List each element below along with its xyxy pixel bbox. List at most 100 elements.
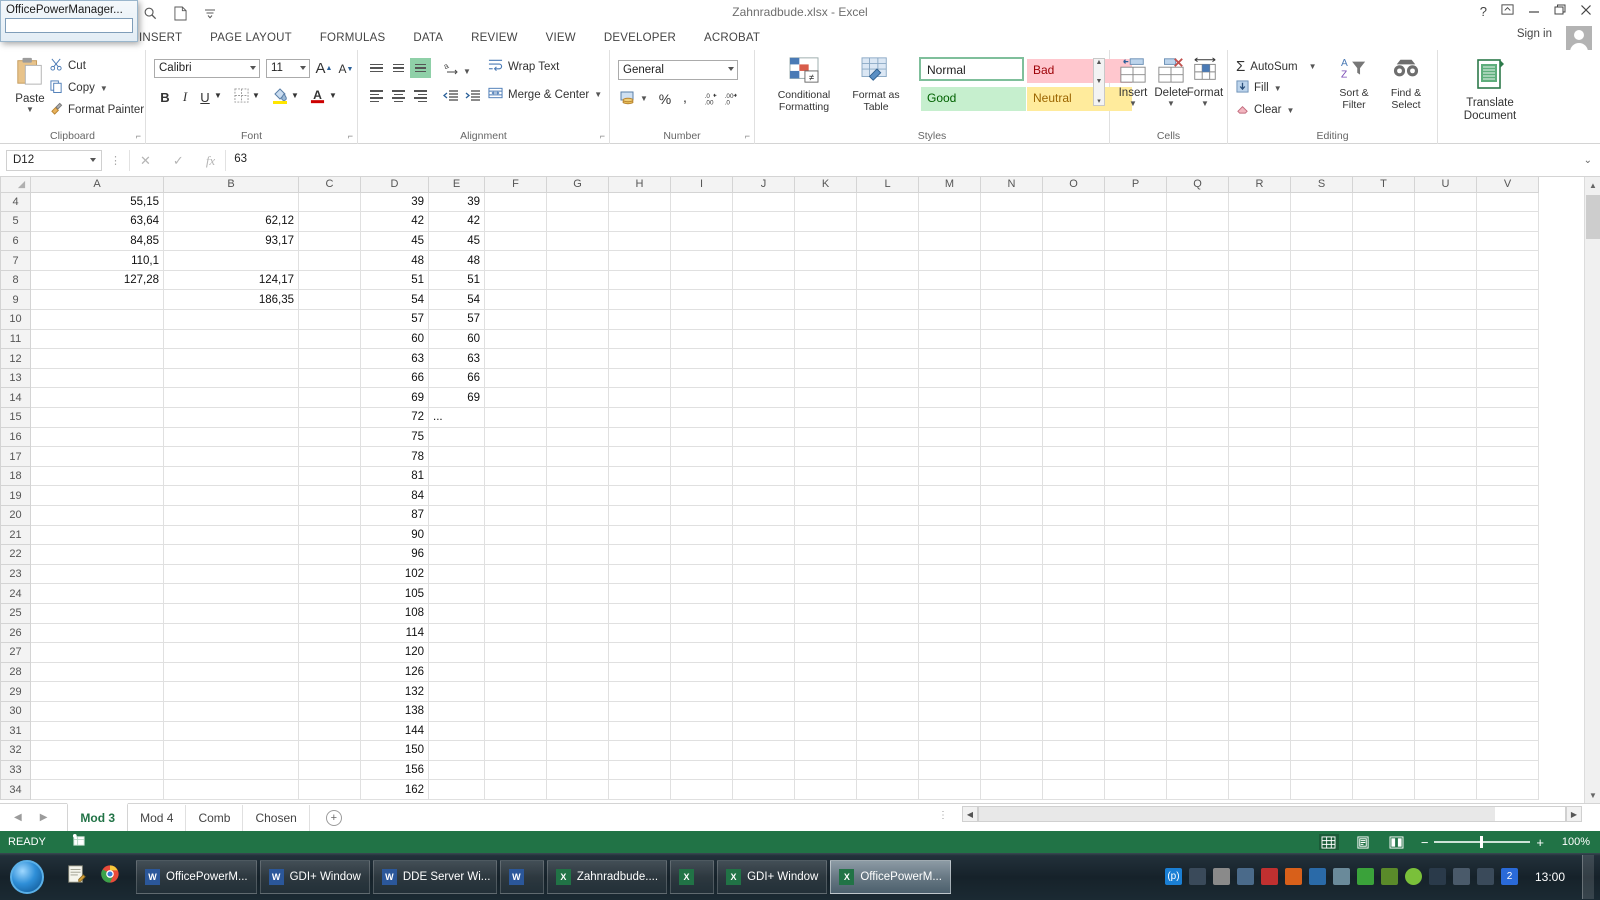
cell-T19[interactable] bbox=[1353, 486, 1415, 506]
cell-K9[interactable] bbox=[795, 290, 857, 310]
cell-I28[interactable] bbox=[671, 662, 733, 682]
cell-B7[interactable] bbox=[164, 251, 299, 271]
cell-T23[interactable] bbox=[1353, 564, 1415, 584]
cell-E10[interactable]: 57 bbox=[429, 310, 485, 330]
cell-N20[interactable] bbox=[981, 506, 1043, 526]
cell-A9[interactable] bbox=[31, 290, 164, 310]
cell-V33[interactable] bbox=[1477, 760, 1539, 780]
cell-A23[interactable] bbox=[31, 564, 164, 584]
cell-N10[interactable] bbox=[981, 310, 1043, 330]
cell-R18[interactable] bbox=[1229, 466, 1291, 486]
cell-T14[interactable] bbox=[1353, 388, 1415, 408]
row-header-23[interactable]: 23 bbox=[1, 564, 31, 584]
cell-E26[interactable] bbox=[429, 623, 485, 643]
help-icon[interactable]: ? bbox=[1480, 4, 1487, 20]
cell-T10[interactable] bbox=[1353, 310, 1415, 330]
font-size-input[interactable]: 11 bbox=[266, 59, 310, 78]
grid-row[interactable]: 455,153939 bbox=[1, 192, 1539, 212]
cell-D20[interactable]: 87 bbox=[361, 506, 429, 526]
cell-A4[interactable]: 55,15 bbox=[31, 192, 164, 212]
cell-C32[interactable] bbox=[299, 741, 361, 761]
cell-A33[interactable] bbox=[31, 760, 164, 780]
cell-S32[interactable] bbox=[1291, 741, 1353, 761]
column-header-U[interactable]: U bbox=[1415, 177, 1477, 192]
cell-L17[interactable] bbox=[857, 447, 919, 467]
expand-formula-bar-icon[interactable]: ⌄ bbox=[1584, 155, 1592, 166]
cell-L15[interactable] bbox=[857, 408, 919, 428]
align-right-button[interactable] bbox=[410, 86, 431, 106]
cell-G16[interactable] bbox=[547, 427, 609, 447]
cell-O23[interactable] bbox=[1043, 564, 1105, 584]
cell-C19[interactable] bbox=[299, 486, 361, 506]
cell-R24[interactable] bbox=[1229, 584, 1291, 604]
borders-dropdown-icon[interactable]: ▼ bbox=[252, 91, 260, 100]
cell-B6[interactable]: 93,17 bbox=[164, 231, 299, 251]
cell-B18[interactable] bbox=[164, 466, 299, 486]
cell-D7[interactable]: 48 bbox=[361, 251, 429, 271]
cell-D15[interactable]: 72 bbox=[361, 408, 429, 428]
cell-K33[interactable] bbox=[795, 760, 857, 780]
cell-O16[interactable] bbox=[1043, 427, 1105, 447]
cell-R19[interactable] bbox=[1229, 486, 1291, 506]
cell-F11[interactable] bbox=[485, 329, 547, 349]
cell-U19[interactable] bbox=[1415, 486, 1477, 506]
display-tray-icon[interactable] bbox=[1237, 868, 1254, 885]
tab-view[interactable]: VIEW bbox=[532, 29, 590, 47]
cell-T21[interactable] bbox=[1353, 525, 1415, 545]
cell-F26[interactable] bbox=[485, 623, 547, 643]
cell-D22[interactable]: 96 bbox=[361, 545, 429, 565]
cell-T28[interactable] bbox=[1353, 662, 1415, 682]
cell-B21[interactable] bbox=[164, 525, 299, 545]
office-power-manager-input[interactable] bbox=[5, 18, 133, 33]
cell-D18[interactable]: 81 bbox=[361, 466, 429, 486]
cell-D29[interactable]: 132 bbox=[361, 682, 429, 702]
cell-N23[interactable] bbox=[981, 564, 1043, 584]
cell-Q24[interactable] bbox=[1167, 584, 1229, 604]
cell-P20[interactable] bbox=[1105, 506, 1167, 526]
cell-D10[interactable]: 57 bbox=[361, 310, 429, 330]
page-layout-view-button[interactable] bbox=[1353, 834, 1373, 850]
cell-T33[interactable] bbox=[1353, 760, 1415, 780]
cell-V26[interactable] bbox=[1477, 623, 1539, 643]
grid-row[interactable]: 32150 bbox=[1, 741, 1539, 761]
italic-button[interactable]: I bbox=[176, 87, 194, 107]
row-header-16[interactable]: 16 bbox=[1, 427, 31, 447]
cell-R31[interactable] bbox=[1229, 721, 1291, 741]
cell-G4[interactable] bbox=[547, 192, 609, 212]
cell-R21[interactable] bbox=[1229, 525, 1291, 545]
cell-O6[interactable] bbox=[1043, 231, 1105, 251]
cell-K28[interactable] bbox=[795, 662, 857, 682]
cell-N15[interactable] bbox=[981, 408, 1043, 428]
cell-D25[interactable]: 108 bbox=[361, 603, 429, 623]
cell-P11[interactable] bbox=[1105, 329, 1167, 349]
cell-V19[interactable] bbox=[1477, 486, 1539, 506]
cell-R12[interactable] bbox=[1229, 349, 1291, 369]
cell-K21[interactable] bbox=[795, 525, 857, 545]
cell-M8[interactable] bbox=[919, 270, 981, 290]
cell-J11[interactable] bbox=[733, 329, 795, 349]
cell-C5[interactable] bbox=[299, 212, 361, 232]
cell-A31[interactable] bbox=[31, 721, 164, 741]
cell-A5[interactable]: 63,64 bbox=[31, 212, 164, 232]
cell-H28[interactable] bbox=[609, 662, 671, 682]
column-header-C[interactable]: C bbox=[299, 177, 361, 192]
cell-A6[interactable]: 84,85 bbox=[31, 231, 164, 251]
cell-C10[interactable] bbox=[299, 310, 361, 330]
cell-Q8[interactable] bbox=[1167, 270, 1229, 290]
cell-B28[interactable] bbox=[164, 662, 299, 682]
column-header-T[interactable]: T bbox=[1353, 177, 1415, 192]
cell-T13[interactable] bbox=[1353, 368, 1415, 388]
avatar[interactable] bbox=[1566, 26, 1592, 52]
start-button[interactable] bbox=[4, 856, 50, 898]
cell-J6[interactable] bbox=[733, 231, 795, 251]
cell-N9[interactable] bbox=[981, 290, 1043, 310]
cell-O12[interactable] bbox=[1043, 349, 1105, 369]
cell-O7[interactable] bbox=[1043, 251, 1105, 271]
cell-N7[interactable] bbox=[981, 251, 1043, 271]
cell-B15[interactable] bbox=[164, 408, 299, 428]
cell-Q22[interactable] bbox=[1167, 545, 1229, 565]
cell-I6[interactable] bbox=[671, 231, 733, 251]
sheet-tab-chosen[interactable]: Chosen bbox=[243, 805, 309, 831]
cell-E30[interactable] bbox=[429, 701, 485, 721]
cell-G15[interactable] bbox=[547, 408, 609, 428]
